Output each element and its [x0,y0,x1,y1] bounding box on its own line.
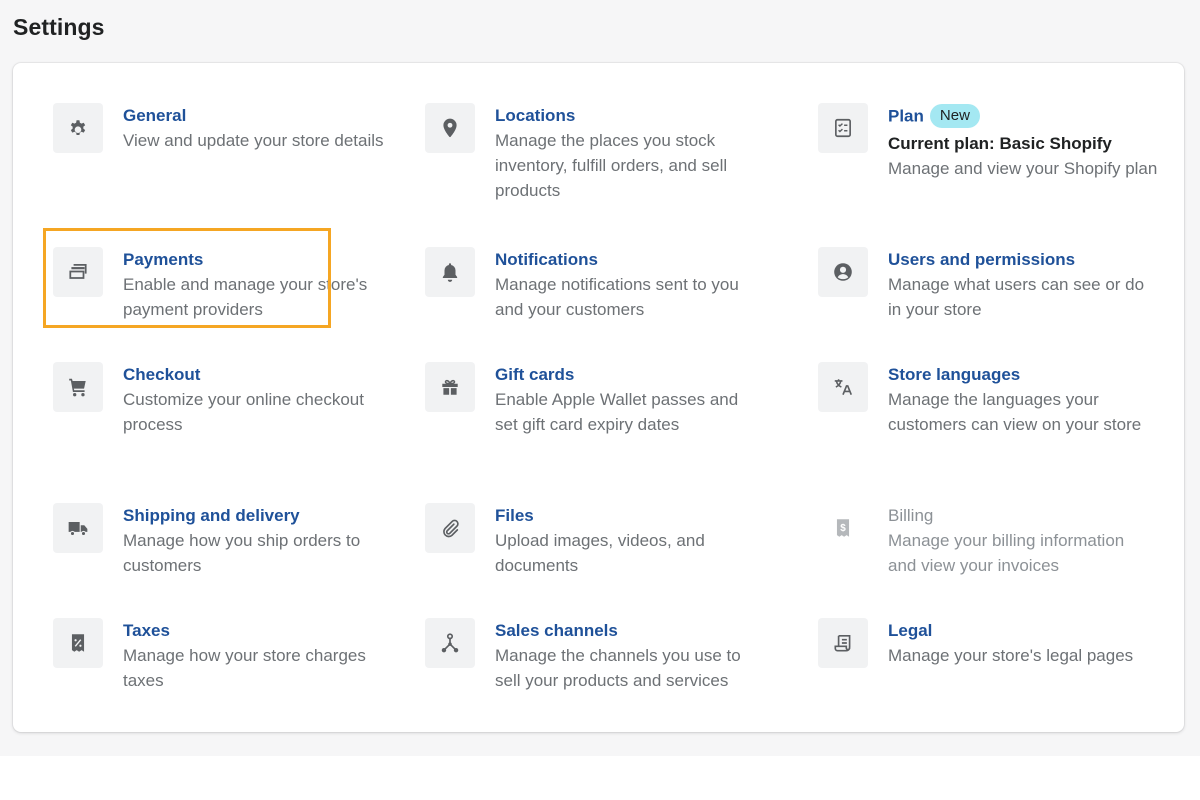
bell-icon [425,247,475,297]
settings-item-description: Enable and manage your store's payment p… [123,275,368,319]
settings-item-title[interactable]: Taxes [123,620,388,642]
gear-icon [53,103,103,153]
settings-item-title[interactable]: General [123,105,388,127]
svg-text:$: $ [840,523,846,534]
settings-item-description: View and update your store details [123,131,384,150]
settings-item-description: Manage the languages your customers can … [888,390,1142,434]
settings-item-title[interactable]: Notifications [495,249,760,271]
location-pin-icon [425,103,475,153]
page-title: Settings [13,14,105,40]
settings-item-title[interactable]: Sales channels [495,620,760,642]
settings-item-title[interactable]: Store languages [888,364,1153,386]
new-badge: New [929,104,980,128]
settings-item-description: Manage the places you stock inventory, f… [495,131,728,200]
settings-item-description: Manage what users can see or do in your … [888,275,1145,319]
settings-item-description: Manage your billing information and view… [888,531,1125,575]
paperclip-icon [425,503,475,553]
card-icon [53,247,103,297]
settings-item-description: Manage notifications sent to you and you… [495,275,739,319]
settings-item-description: Manage and view your Shopify plan [888,159,1158,178]
plan-list-icon [818,103,868,153]
truck-icon [53,503,103,553]
translate-icon [818,362,868,412]
user-icon [818,247,868,297]
settings-item-description: Manage your store's legal pages [888,646,1134,665]
settings-item-title: Billing [888,506,934,525]
settings-item-title[interactable]: Shipping and delivery [123,505,388,527]
channels-icon [425,618,475,668]
settings-item-title[interactable]: Files [495,505,760,527]
settings-item-title[interactable]: Plan [888,106,924,125]
settings-item-description: Upload images, videos, and documents [495,531,705,575]
settings-item-title[interactable]: Locations [495,105,760,127]
legal-document-icon [818,618,868,668]
current-plan-label: Current plan: Basic Shopify [888,134,1112,153]
settings-item-description: Manage how your store charges taxes [123,646,366,690]
cart-icon [53,362,103,412]
settings-item-title[interactable]: Gift cards [495,364,760,386]
tax-receipt-icon [53,618,103,668]
settings-item-description: Manage how you ship orders to customers [123,531,361,575]
settings-item-title[interactable]: Users and permissions [888,249,1153,271]
settings-item-description: Manage the channels you use to sell your… [495,646,741,690]
invoice-icon: $ [818,503,868,553]
settings-item-title[interactable]: Legal [888,620,1168,642]
gift-icon [425,362,475,412]
settings-item-title[interactable]: Checkout [123,364,388,386]
settings-item-description: Enable Apple Wallet passes and set gift … [495,390,739,434]
settings-card: General View and update your store detai… [13,63,1184,732]
settings-item-title[interactable]: Payments [123,249,388,271]
settings-item-description: Customize your online checkout process [123,390,364,434]
